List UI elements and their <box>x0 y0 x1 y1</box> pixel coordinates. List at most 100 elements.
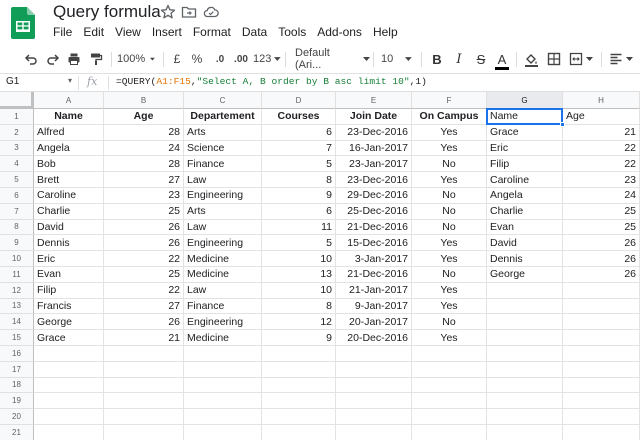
cell-f8[interactable]: No <box>412 219 487 236</box>
italic-button[interactable]: I <box>452 50 466 68</box>
cell-e17[interactable] <box>336 361 412 378</box>
cell-h15[interactable] <box>563 330 640 346</box>
cell-a4[interactable]: Bob <box>34 156 104 173</box>
cell-a7[interactable]: Charlie <box>34 203 104 220</box>
cell-b10[interactable]: 22 <box>104 251 184 267</box>
cell-a1[interactable]: Name <box>34 109 104 125</box>
cell-b4[interactable]: 28 <box>104 156 184 173</box>
cell-b6[interactable]: 23 <box>104 188 184 204</box>
column-header-a[interactable]: A <box>34 92 104 109</box>
paint-format-icon[interactable] <box>87 50 105 68</box>
cell-f5[interactable]: Yes <box>412 172 487 188</box>
cell-a19[interactable] <box>34 393 104 410</box>
cell-f6[interactable]: No <box>412 188 487 204</box>
cell-b18[interactable] <box>104 377 184 394</box>
row-header[interactable]: 16 <box>0 346 34 362</box>
cell-b20[interactable] <box>104 409 184 425</box>
cell-d8[interactable]: 11 <box>262 219 336 236</box>
cell-d2[interactable]: 6 <box>262 124 336 141</box>
cell-b7[interactable]: 25 <box>104 203 184 220</box>
cell-h9[interactable]: 26 <box>563 235 640 252</box>
cell-f2[interactable]: Yes <box>412 124 487 141</box>
column-header-e[interactable]: E <box>336 92 412 109</box>
cell-e9[interactable]: 15-Dec-2016 <box>336 235 412 252</box>
cell-c18[interactable] <box>184 377 262 394</box>
cell-e16[interactable] <box>336 346 412 362</box>
cell-c8[interactable]: Law <box>184 219 262 236</box>
undo-icon[interactable] <box>22 50 40 68</box>
menu-view[interactable]: View <box>115 25 141 41</box>
cell-c11[interactable]: Medicine <box>184 267 262 283</box>
cell-h21[interactable] <box>563 425 640 440</box>
cell-d11[interactable]: 13 <box>262 267 336 283</box>
cell-c21[interactable] <box>184 425 262 440</box>
row-header[interactable]: 17 <box>0 361 34 378</box>
cell-f21[interactable] <box>412 425 487 440</box>
cell-e4[interactable]: 23-Jan-2017 <box>336 156 412 173</box>
cell-h10[interactable]: 26 <box>563 251 640 267</box>
cell-g11[interactable]: George <box>487 267 563 283</box>
cell-g12[interactable] <box>487 282 563 299</box>
cell-b19[interactable] <box>104 393 184 410</box>
bold-button[interactable]: B <box>430 50 444 68</box>
cell-f12[interactable]: Yes <box>412 282 487 299</box>
font-family-select[interactable]: Default (Ari... <box>295 47 370 71</box>
cell-f16[interactable] <box>412 346 487 362</box>
row-header[interactable]: 4 <box>0 156 34 173</box>
cell-h8[interactable]: 25 <box>563 219 640 236</box>
cell-g9[interactable]: David <box>487 235 563 252</box>
cell-b9[interactable]: 26 <box>104 235 184 252</box>
cell-a5[interactable]: Brett <box>34 172 104 188</box>
cell-b14[interactable]: 26 <box>104 314 184 331</box>
cell-h3[interactable]: 22 <box>563 140 640 157</box>
cell-b11[interactable]: 25 <box>104 267 184 283</box>
cell-e19[interactable] <box>336 393 412 410</box>
formula-input[interactable]: =QUERY(A1:F15,"Select A, B order by B as… <box>116 76 427 87</box>
cell-e1[interactable]: Join Date <box>336 109 412 125</box>
cell-d10[interactable]: 10 <box>262 251 336 267</box>
cell-c9[interactable]: Engineering <box>184 235 262 252</box>
row-header[interactable]: 19 <box>0 393 34 410</box>
cell-c7[interactable]: Arts <box>184 203 262 220</box>
cell-f1[interactable]: On Campus <box>412 109 487 125</box>
sheets-logo-icon[interactable] <box>11 7 35 39</box>
cell-c1[interactable]: Departement <box>184 109 262 125</box>
menu-edit[interactable]: Edit <box>83 25 104 41</box>
cell-e14[interactable]: 20-Jan-2017 <box>336 314 412 331</box>
cell-e18[interactable] <box>336 377 412 394</box>
cell-a11[interactable]: Evan <box>34 267 104 283</box>
cell-a12[interactable]: Filip <box>34 282 104 299</box>
cell-c12[interactable]: Law <box>184 282 262 299</box>
cell-c19[interactable] <box>184 393 262 410</box>
cell-e8[interactable]: 21-Dec-2016 <box>336 219 412 236</box>
row-header[interactable]: 6 <box>0 188 34 204</box>
column-header-b[interactable]: B <box>104 92 184 109</box>
cell-b12[interactable]: 22 <box>104 282 184 299</box>
cell-e20[interactable] <box>336 409 412 425</box>
menu-format[interactable]: Format <box>193 25 231 41</box>
cell-a14[interactable]: George <box>34 314 104 331</box>
row-header[interactable]: 12 <box>0 282 34 299</box>
borders-icon[interactable] <box>545 50 563 68</box>
font-size-select[interactable]: 10 <box>378 50 412 68</box>
row-header[interactable]: 13 <box>0 298 34 315</box>
cell-a2[interactable]: Alfred <box>34 124 104 141</box>
cell-e21[interactable] <box>336 425 412 440</box>
cell-g2[interactable]: Grace <box>487 124 563 141</box>
column-header-d[interactable]: D <box>262 92 336 109</box>
currency-button[interactable]: £ <box>170 50 184 68</box>
cell-f10[interactable]: Yes <box>412 251 487 267</box>
cell-e7[interactable]: 25-Dec-2016 <box>336 203 412 220</box>
row-header[interactable]: 3 <box>0 140 34 157</box>
select-all-corner[interactable] <box>0 92 34 109</box>
row-header[interactable]: 8 <box>0 219 34 236</box>
menu-tools[interactable]: Tools <box>278 25 306 41</box>
print-icon[interactable] <box>65 50 83 68</box>
cell-a6[interactable]: Caroline <box>34 188 104 204</box>
cell-c14[interactable]: Engineering <box>184 314 262 331</box>
cell-c4[interactable]: Finance <box>184 156 262 173</box>
cell-d9[interactable]: 5 <box>262 235 336 252</box>
fill-handle[interactable] <box>560 121 565 127</box>
star-icon[interactable] <box>160 4 176 20</box>
cell-e11[interactable]: 21-Dec-2016 <box>336 267 412 283</box>
